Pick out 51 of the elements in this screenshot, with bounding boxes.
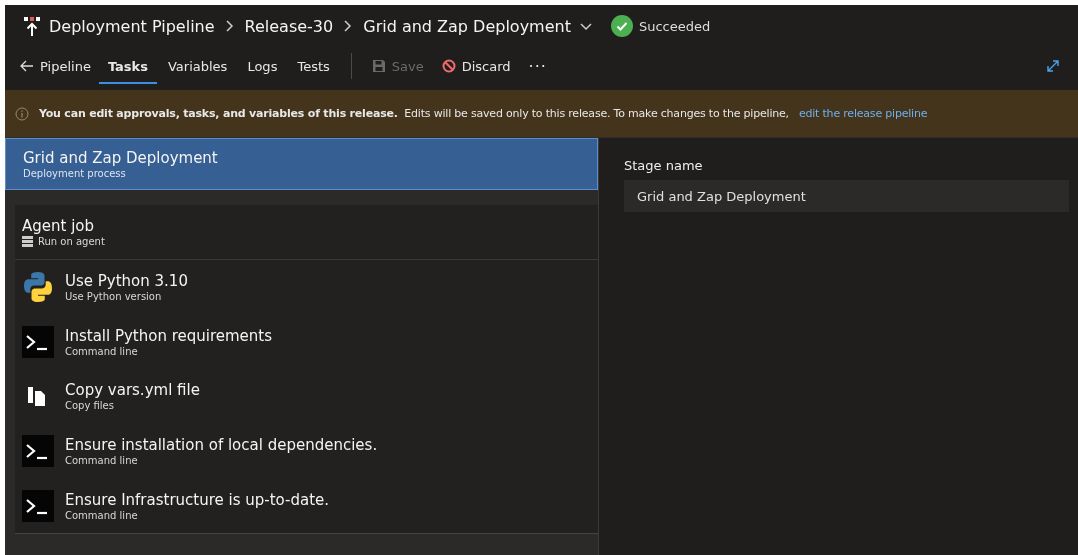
server-icon [22,236,33,247]
agent-job-row[interactable]: Agent job Run on agent [15,205,598,260]
terminal-icon [22,435,54,468]
job-title: Agent job [22,217,96,235]
stage-title: Grid and Zap Deployment [23,149,219,167]
chevron-down-icon[interactable] [578,21,593,31]
task-subtitle: Command line [65,455,139,467]
success-check-icon [610,15,633,37]
task-title: Ensure installation of local dependencies. [65,436,378,455]
chevron-right-icon [343,19,354,33]
edit-pipeline-link[interactable]: edit the release pipeline [798,107,928,120]
stage-subtitle: Deployment process [23,168,127,179]
tab[interactable]: Tasks [98,48,157,84]
back-arrow-icon [20,60,34,72]
field-label: Stage name [624,158,704,173]
save-icon [371,59,386,73]
task-subtitle: Copy files [65,400,115,412]
breadcrumb-link[interactable]: Deployment Pipeline [49,16,215,36]
info-icon [15,106,29,121]
more-button[interactable]: ··· [520,50,555,82]
python-icon [22,271,54,304]
task-title: Use Python 3.10 [65,272,188,291]
tab[interactable]: Tests [288,48,339,84]
task-row[interactable]: Use Python 3.10 Use Python version [15,260,598,315]
tab[interactable]: Logs [238,48,287,84]
discard-button[interactable]: Discard [433,50,519,82]
terminal-icon [22,489,54,522]
chevron-right-icon [224,19,235,33]
task-subtitle: Command line [65,345,139,357]
breadcrumb-link[interactable]: Grid and Zap Deployment [363,16,571,36]
task-subtitle: Use Python version [65,291,163,303]
tab[interactable]: Variables [159,48,237,84]
task-row[interactable]: Ensure Infrastructure is up-to-date. Command line [15,478,598,533]
task-row[interactable]: Install Python requirements Command line [15,314,598,370]
prohibited-icon [441,59,456,73]
task-title: Install Python requirements [65,326,273,345]
banner-message: You can edit approvals, tasks, and variables of this release. Edits will be saved only to this release. To make changes to the pipeline, [39,107,789,120]
task-subtitle: Command line [65,509,139,521]
stage-name-field[interactable]: Grid and Zap Deployment [624,180,1069,212]
job-subtitle: Run on agent [38,236,105,247]
task-row[interactable]: Copy vars.yml file Copy files [15,369,598,424]
task-title: Ensure Infrastructure is up-to-date. [65,490,330,509]
task-title: Copy vars.yml file [65,381,200,400]
terminal-icon [22,325,54,358]
stage-card[interactable]: Grid and Zap Deployment Deployment process [5,138,598,190]
expand-icon[interactable] [1046,59,1060,73]
status-label: Succeeded [638,18,711,34]
breadcrumb-link[interactable]: Release-30 [244,16,334,36]
task-row[interactable]: Ensure installation of local dependencies. Command line [15,423,598,479]
back-link[interactable]: Pipeline [20,48,97,84]
pipeline-logo-icon [23,16,41,36]
